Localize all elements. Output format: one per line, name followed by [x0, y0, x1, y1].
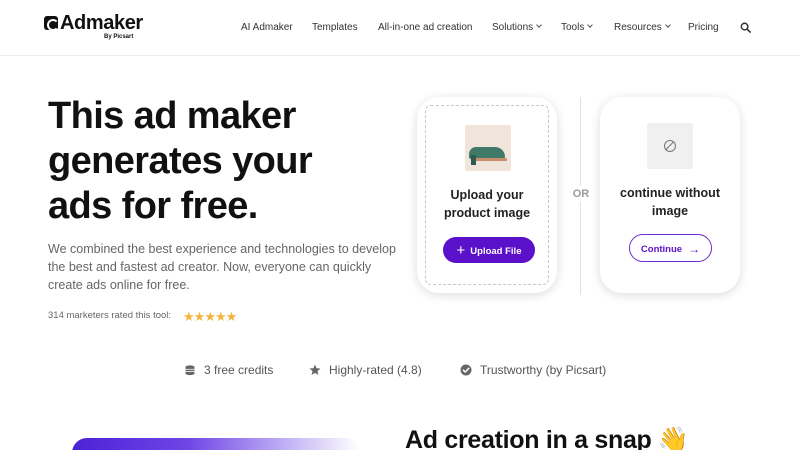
waving-hand-icon: 👋 [657, 426, 689, 450]
hero-title-line: ads for free. [48, 185, 258, 227]
upload-label-line: product image [443, 206, 531, 220]
nav-item-label: Pricing [688, 22, 719, 33]
upload-file-button[interactable]: + Upload File [443, 237, 535, 263]
star-icon: ★ [225, 309, 238, 324]
continue-button-label: Continue [640, 244, 683, 255]
section-title: Ad creation in a snap 👋 [405, 425, 689, 450]
shoe-heel [471, 155, 476, 165]
nav-item-label: Tools [561, 22, 585, 33]
chevron-down-icon [664, 22, 671, 28]
nav-item-label: Solutions [492, 22, 534, 33]
search-icon[interactable] [740, 22, 751, 33]
upload-card[interactable]: Upload your product image + Upload File [417, 97, 557, 293]
upload-label-line: Upload your [450, 188, 524, 202]
continue-button[interactable]: Continue → [629, 234, 712, 262]
top-navigation: Admaker By Picsart AI Admaker Templates … [0, 0, 800, 56]
arrow-right-icon: → [688, 242, 701, 256]
star-icon [309, 364, 321, 375]
hero-description: We combined the best experience and tech… [48, 242, 396, 292]
plus-icon: + [456, 242, 466, 259]
coins-icon [185, 365, 195, 376]
no-image-icon [664, 140, 676, 152]
or-text: OR [566, 186, 596, 202]
nav-item-solutions[interactable]: Solutions [492, 21, 542, 35]
nav-item-templates[interactable]: Templates [312, 21, 358, 35]
gradient-banner [72, 438, 360, 450]
nav-item-label: Resources [614, 22, 662, 33]
nav-item-label: Templates [312, 22, 358, 33]
product-thumbnail [465, 125, 511, 171]
continue-card[interactable]: continue without image Continue → [600, 97, 740, 293]
feature-trust: Trustworthy (by Picsart) [480, 363, 607, 377]
continue-label-line: image [651, 204, 689, 218]
feature-credits: 3 free credits [204, 363, 274, 377]
check-circle-icon [460, 364, 472, 376]
chevron-down-icon [587, 22, 594, 28]
nav-item-label: AI Admaker [241, 22, 293, 33]
hero-title-line: This ad maker [48, 95, 296, 137]
section-title-text: Ad creation in a snap [405, 426, 652, 450]
no-image-placeholder [647, 123, 693, 169]
rating-text: 314 marketers rated this tool: [48, 310, 172, 321]
nav-item-tools[interactable]: Tools [561, 21, 594, 35]
upload-button-label: Upload File [470, 246, 522, 257]
feature-rating: Highly-rated (4.8) [329, 363, 422, 377]
rating-stars: ★★★★★ [183, 308, 238, 324]
nav-item-pricing[interactable]: Pricing [688, 21, 719, 35]
nav-item-ai-admaker[interactable]: AI Admaker [241, 21, 293, 35]
continue-label-line: continue without [620, 186, 720, 200]
nav-item-resources[interactable]: Resources [614, 21, 671, 35]
nav-item-all-in-one[interactable]: All-in-one ad creation [378, 21, 473, 35]
shoe-sole [471, 158, 507, 161]
nav-links: AI Admaker Templates All-in-one ad creat… [0, 21, 800, 37]
nav-item-label: All-in-one ad creation [378, 22, 473, 33]
chevron-down-icon [536, 22, 542, 28]
hero-title: This ad maker generates your ads for fre… [48, 94, 378, 229]
hero-title-line: generates your [48, 140, 313, 182]
